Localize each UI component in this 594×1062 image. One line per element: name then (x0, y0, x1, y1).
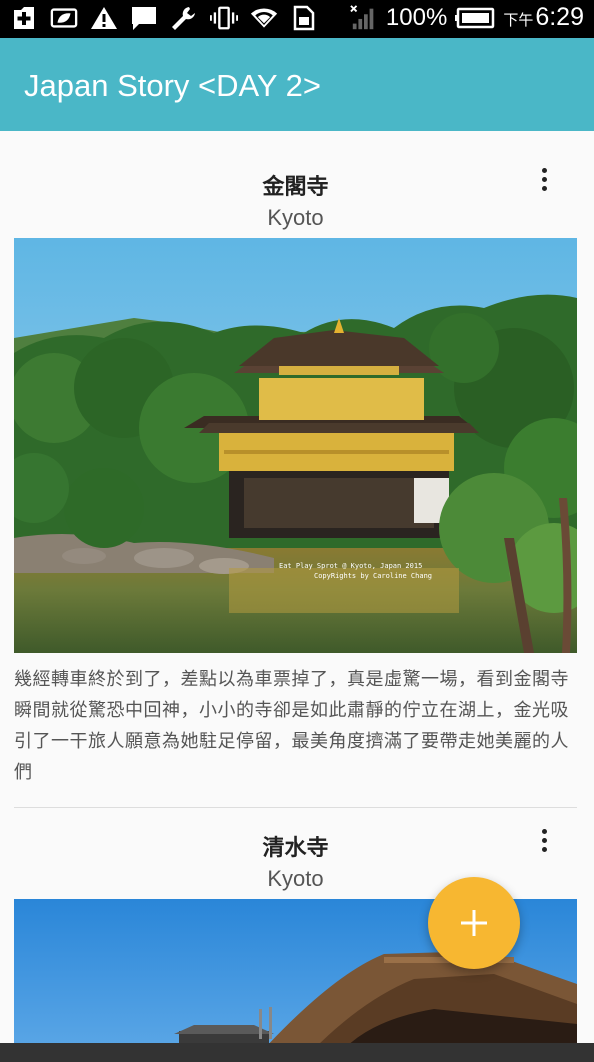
image-watermark-2: CopyRights by Caroline Chang (314, 572, 432, 580)
navigation-bar (0, 1043, 594, 1062)
status-bar: 100% 下午 6:29 (0, 0, 594, 38)
signal-icon (350, 4, 378, 32)
add-box-icon (10, 4, 38, 32)
story-card[interactable]: 金閣寺 Kyoto Eat Play Sprot @ Kyoto, Japan … (14, 131, 577, 807)
vibrate-icon (210, 4, 238, 32)
app-title: Japan Story <DAY 2> (24, 68, 321, 103)
clock-ampm: 下午 (503, 11, 534, 29)
card-image[interactable]: Eat Play Sprot @ Kyoto, Japan 2015 CopyR… (14, 238, 577, 653)
warning-icon (90, 4, 118, 32)
card-title: 金閣寺 (262, 175, 329, 200)
sim-icon (290, 4, 318, 32)
image-watermark: Eat Play Sprot @ Kyoto, Japan 2015 (279, 562, 422, 570)
wrench-icon (170, 4, 198, 32)
message-icon (130, 4, 158, 32)
leaf-icon (50, 4, 78, 32)
clock: 下午 6:29 (503, 3, 584, 32)
card-title: 清水寺 (262, 836, 329, 861)
card-description: 幾經轉車終於到了，差點以為車票掉了，真是虛驚一場，看到金閣寺瞬間就從驚恐中回神，… (14, 669, 569, 783)
add-story-button[interactable] (428, 877, 520, 969)
battery-icon (455, 4, 495, 32)
clock-time: 6:29 (535, 3, 584, 31)
battery-percent: 100% (385, 3, 448, 31)
more-options-button[interactable] (531, 825, 557, 855)
more-options-button[interactable] (531, 164, 557, 194)
card-subtitle: Kyoto (267, 205, 324, 230)
temple-photo: Eat Play Sprot @ Kyoto, Japan 2015 CopyR… (14, 238, 577, 653)
app-bar: Japan Story <DAY 2> (0, 38, 594, 131)
wifi-icon (250, 4, 278, 32)
plus-icon (461, 910, 487, 936)
